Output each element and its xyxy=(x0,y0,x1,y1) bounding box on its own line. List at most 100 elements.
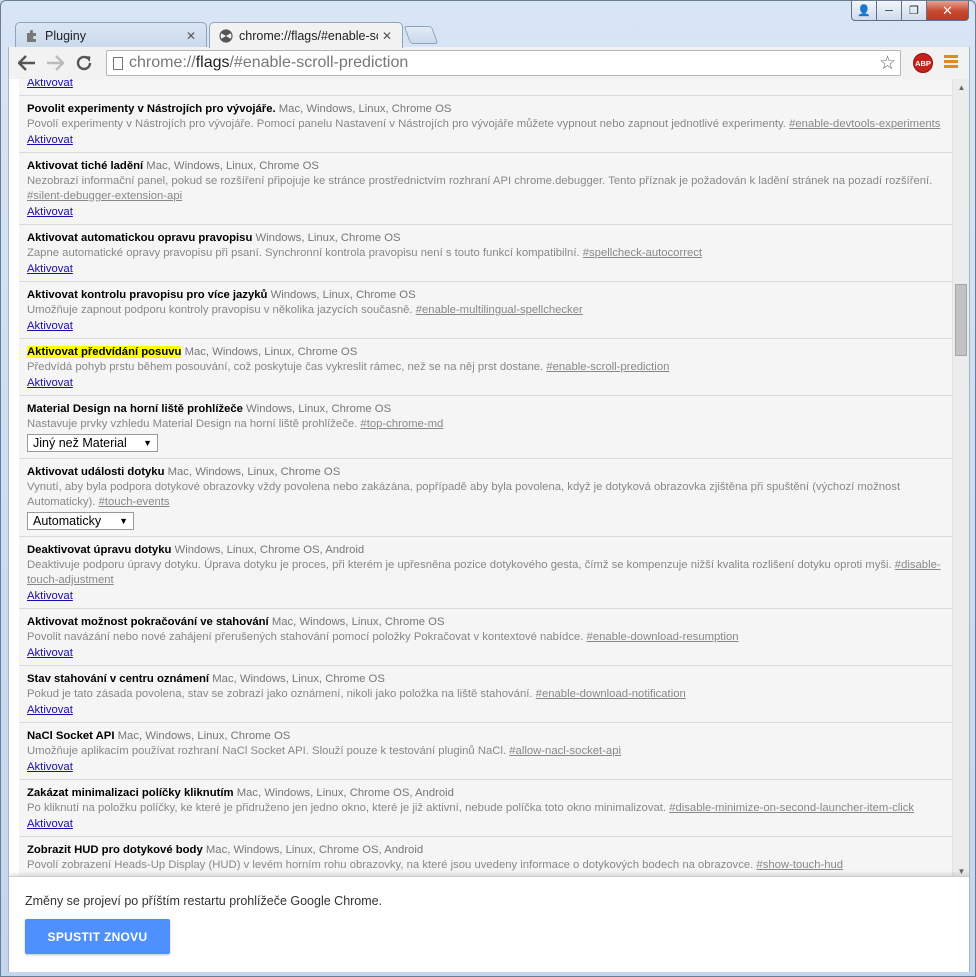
experiment-item: Aktivovat kontrolu pravopisu pro více ja… xyxy=(19,281,952,338)
experiment-platforms: Windows, Linux, Chrome OS xyxy=(255,232,401,244)
experiment-flag-link[interactable]: #show-touch-hud xyxy=(756,859,843,871)
experiment-description: Po kliknutí na položku políčky, ke které… xyxy=(27,802,667,814)
experiment-flag-link[interactable]: #enable-download-notification xyxy=(536,688,686,700)
experiment-flag-link[interactable]: #disable-minimize-on-second-launcher-ite… xyxy=(669,802,914,814)
user-icon: 👤 xyxy=(857,5,871,17)
experiment-platforms: Mac, Windows, Linux, Chrome OS xyxy=(271,616,445,628)
maximize-icon: ❐ xyxy=(909,5,919,17)
experiment-platforms: Windows, Linux, Chrome OS, Android xyxy=(174,544,365,556)
experiment-platforms: Mac, Windows, Linux, Chrome OS xyxy=(212,673,385,685)
experiment-description: Nezobrazí informační panel, pokud se roz… xyxy=(27,175,933,187)
url-path: /#enable-scroll-prediction xyxy=(229,54,409,71)
scroll-up-arrow-icon[interactable]: ▲ xyxy=(953,79,969,95)
experiment-name: Aktivovat možnost pokračování ve stahová… xyxy=(27,616,269,628)
maximize-button[interactable]: ❐ xyxy=(901,1,927,21)
experiment-flag-link[interactable]: #touch-events xyxy=(99,496,170,508)
user-profile-button[interactable]: 👤 xyxy=(851,1,877,21)
enable-link[interactable]: Aktivovat xyxy=(27,589,73,604)
chrome-menu-icon[interactable] xyxy=(944,55,958,69)
experiment-description: Umožňuje zapnout podporu kontroly pravop… xyxy=(27,304,413,316)
page-icon xyxy=(107,51,129,75)
enable-link[interactable]: Aktivovat xyxy=(27,133,73,148)
tab-strip: Pluginy ✕ chrome://flags/#enable-scroll-… xyxy=(1,20,975,48)
experiment-flag-link[interactable]: #spellcheck-autocorrect xyxy=(583,247,702,259)
dropdown-arrow-icon: ▼ xyxy=(143,437,152,448)
enable-link[interactable]: Aktivovat xyxy=(27,646,73,661)
enable-link[interactable]: Aktivovat xyxy=(27,760,73,775)
reload-icon xyxy=(76,55,92,71)
experiment-flag-link[interactable]: #silent-debugger-extension-api xyxy=(27,190,182,202)
experiment-name: NaCl Socket API xyxy=(27,730,115,742)
tab-flags[interactable]: chrome://flags/#enable-scroll-prediction… xyxy=(209,22,403,48)
url-host: flags xyxy=(195,54,230,71)
new-tab-button[interactable] xyxy=(403,26,439,44)
enable-link[interactable]: Aktivovat xyxy=(27,205,73,220)
experiment-flag-link[interactable]: #enable-download-resumption xyxy=(587,631,739,643)
experiment-name: Aktivovat události dotyku xyxy=(27,466,165,478)
experiment-description: Zapne automatické opravy pravopisu při p… xyxy=(27,247,580,259)
tab-close-icon[interactable]: ✕ xyxy=(382,29,394,43)
select-value: Jiný než Material xyxy=(33,435,127,450)
close-window-button[interactable]: ✕ xyxy=(926,1,969,21)
browser-window: 👤 ─ ❐ ✕ Pluginy ✕ chrome://flags/#enable… xyxy=(0,0,976,977)
experiment-name: Aktivovat předvídání posuvu xyxy=(27,346,182,358)
experiment-item: Aktivovat události dotyku Mac, Windows, … xyxy=(19,458,952,536)
scrollbar-thumb[interactable] xyxy=(955,284,967,356)
experiment-flag-link[interactable]: #enable-devtools-experiments xyxy=(789,118,940,130)
enable-link[interactable]: Aktivovat xyxy=(27,79,73,91)
experiment-item: Aktivovat xyxy=(19,79,952,95)
browser-toolbar: chrome://flags/#enable-scroll-prediction… xyxy=(8,47,970,79)
page-content: Aktivovat Povolit experimenty v Nástrojí… xyxy=(8,79,970,972)
experiment-platforms: Windows, Linux, Chrome OS xyxy=(270,289,416,301)
puzzle-icon xyxy=(24,28,40,44)
enable-link[interactable]: Aktivovat xyxy=(27,376,73,391)
close-icon: ✕ xyxy=(942,2,953,18)
experiment-item: Povolit experimenty v Nástrojích pro výv… xyxy=(19,95,952,152)
forward-button[interactable] xyxy=(43,52,67,74)
abp-label: ABP xyxy=(915,58,931,68)
address-bar[interactable]: chrome://flags/#enable-scroll-prediction… xyxy=(106,50,901,76)
tab-title: chrome://flags/#enable-scroll-prediction xyxy=(239,28,378,43)
experiment-flag-link[interactable]: #top-chrome-md xyxy=(360,418,443,430)
enable-link[interactable]: Aktivovat xyxy=(27,319,73,334)
experiment-description: Povolit navázání nebo nové zahájení přer… xyxy=(27,631,584,643)
experiment-name: Deaktivovat úpravu dotyku xyxy=(27,544,172,556)
enable-link[interactable]: Aktivovat xyxy=(27,817,73,832)
tab-plugins[interactable]: Pluginy ✕ xyxy=(15,22,207,48)
experiment-platforms: Windows, Linux, Chrome OS xyxy=(246,403,392,415)
vertical-scrollbar[interactable]: ▲ ▼ xyxy=(952,79,969,879)
experiment-flag-link[interactable]: #enable-scroll-prediction xyxy=(546,361,669,373)
adblock-plus-button[interactable]: ABP xyxy=(913,53,933,73)
experiment-flag-link[interactable]: #enable-multilingual-spellchecker xyxy=(416,304,583,316)
tab-close-icon[interactable]: ✕ xyxy=(186,29,198,43)
experiment-platforms: Mac, Windows, Linux, Chrome OS xyxy=(167,466,341,478)
minimize-button[interactable]: ─ xyxy=(876,1,902,21)
experiment-name: Zakázat minimalizaci políčky kliknutím xyxy=(27,787,234,799)
bookmark-star-icon[interactable]: ☆ xyxy=(879,52,896,75)
experiment-platforms: Mac, Windows, Linux, Chrome OS xyxy=(117,730,291,742)
experiment-name: Aktivovat tiché ladění xyxy=(27,160,144,172)
experiment-platforms: Mac, Windows, Linux, Chrome OS xyxy=(278,103,452,115)
enable-link[interactable]: Aktivovat xyxy=(27,703,73,718)
experiment-platforms: Mac, Windows, Linux, Chrome OS xyxy=(184,346,358,358)
enable-link[interactable]: Aktivovat xyxy=(27,262,73,277)
forward-arrow-icon xyxy=(47,55,64,71)
experiment-name: Zobrazit HUD pro dotykové body xyxy=(27,844,203,856)
reload-button[interactable] xyxy=(72,52,96,74)
restart-button[interactable]: SPUSTIT ZNOVU xyxy=(25,919,170,954)
experiment-item: Zakázat minimalizaci políčky kliknutím M… xyxy=(19,779,952,836)
window-controls: 👤 ─ ❐ ✕ xyxy=(851,1,969,21)
back-button[interactable] xyxy=(15,52,39,74)
material-design-select[interactable]: Jiný než Material ▼ xyxy=(27,434,158,452)
experiment-name: Stav stahování v centru oznámení xyxy=(27,673,210,685)
experiment-platforms: Mac, Windows, Linux, Chrome OS, Android xyxy=(205,844,424,856)
experiment-item: Zobrazit HUD pro dotykové body Mac, Wind… xyxy=(19,836,952,877)
experiment-item: Aktivovat automatickou opravu pravopisu … xyxy=(19,224,952,281)
experiment-item-highlighted: Aktivovat předvídání posuvu Mac, Windows… xyxy=(19,338,952,395)
experiment-flag-link[interactable]: #allow-nacl-socket-api xyxy=(509,745,621,757)
experiment-platforms: Mac, Windows, Linux, Chrome OS, Android xyxy=(236,787,454,799)
experiment-platforms: Mac, Windows, Linux, Chrome OS xyxy=(146,160,319,172)
touch-events-select[interactable]: Automaticky ▼ xyxy=(27,512,134,530)
select-value: Automaticky xyxy=(33,513,102,528)
experiment-item: Aktivovat tiché ladění Mac, Windows, Lin… xyxy=(19,152,952,224)
